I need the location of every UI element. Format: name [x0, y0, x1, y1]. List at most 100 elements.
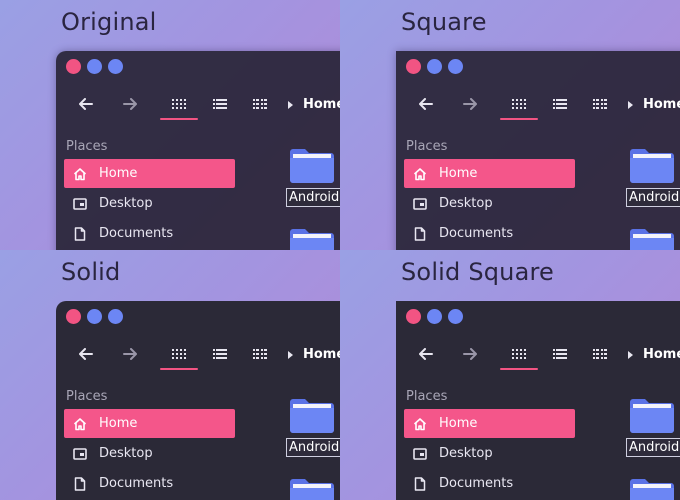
list-view-icon: [553, 349, 567, 359]
maximize-button[interactable]: [448, 309, 463, 324]
active-view-indicator: [160, 118, 198, 120]
file-label: Android: [286, 438, 340, 457]
folder-icon[interactable]: [629, 477, 675, 500]
breadcrumb[interactable]: Home: [628, 97, 680, 112]
maximize-button[interactable]: [108, 59, 123, 74]
breadcrumb-arrow-icon: [288, 350, 293, 359]
active-view-indicator: [160, 368, 198, 370]
toolbar: Home: [396, 341, 680, 371]
minimize-button[interactable]: [427, 59, 442, 74]
minimize-button[interactable]: [427, 309, 442, 324]
grid-view-button[interactable]: [500, 341, 538, 370]
places-header: Places: [406, 139, 448, 154]
forward-button[interactable]: [460, 341, 480, 367]
list-view-button[interactable]: [210, 341, 230, 367]
desktop-icon: [412, 446, 428, 462]
sidebar-item-documents[interactable]: Documents: [64, 219, 235, 248]
sidebar-item-label: Desktop: [439, 446, 493, 461]
sidebar-item-documents[interactable]: Documents: [404, 219, 575, 248]
breadcrumb-label: Home: [303, 347, 340, 362]
compact-view-button[interactable]: [590, 341, 610, 367]
file-label: Android: [626, 438, 680, 457]
variant-label: Solid Square: [401, 258, 555, 286]
active-view-indicator: [500, 368, 538, 370]
close-button[interactable]: [406, 309, 421, 324]
grid-view-button[interactable]: [160, 91, 198, 120]
sidebar-item-home[interactable]: Home: [64, 409, 235, 438]
grid-view-button[interactable]: [160, 341, 198, 370]
sidebar-item-desktop[interactable]: Desktop: [404, 439, 575, 468]
places-header: Places: [66, 139, 108, 154]
grid-view-icon: [172, 349, 186, 359]
arrow-right-icon: [123, 98, 137, 110]
document-icon: [412, 226, 428, 242]
minimize-button[interactable]: [87, 309, 102, 324]
compact-view-icon: [253, 99, 267, 109]
minimize-button[interactable]: [87, 59, 102, 74]
grid-view-icon: [172, 99, 186, 109]
toolbar: Home: [56, 91, 340, 121]
sidebar-item-home[interactable]: Home: [404, 159, 575, 188]
list-view-button[interactable]: [210, 91, 230, 117]
list-view-button[interactable]: [550, 91, 570, 117]
sidebar-item-label: Documents: [99, 226, 174, 241]
compact-view-icon: [253, 349, 267, 359]
folder-icon: [290, 399, 334, 433]
back-button[interactable]: [76, 341, 96, 367]
compact-view-button[interactable]: [590, 91, 610, 117]
forward-button[interactable]: [120, 341, 140, 367]
sidebar-item-label: Documents: [439, 226, 514, 241]
close-button[interactable]: [66, 309, 81, 324]
back-button[interactable]: [76, 91, 96, 117]
sidebar-item-label: Home: [439, 166, 478, 181]
breadcrumb[interactable]: Home: [288, 347, 340, 362]
active-view-indicator: [500, 118, 538, 120]
folder-icon: [630, 399, 674, 433]
breadcrumb-label: Home: [643, 347, 680, 362]
compact-view-button[interactable]: [250, 341, 270, 367]
forward-button[interactable]: [120, 91, 140, 117]
arrow-left-icon: [79, 98, 93, 110]
close-button[interactable]: [66, 59, 81, 74]
file-label: Android: [626, 188, 680, 207]
breadcrumb-label: Home: [643, 97, 680, 112]
list-view-icon: [213, 99, 227, 109]
grid-view-icon: [512, 99, 526, 109]
sidebar-item-desktop[interactable]: Desktop: [64, 439, 235, 468]
toolbar: Home: [396, 91, 680, 121]
folder-icon[interactable]: [289, 477, 335, 500]
sidebar-item-label: Desktop: [99, 446, 153, 461]
list-view-button[interactable]: [550, 341, 570, 367]
sidebar-item-label: Home: [439, 416, 478, 431]
back-button[interactable]: [416, 91, 436, 117]
sidebar-item-desktop[interactable]: Desktop: [404, 189, 575, 218]
breadcrumb-arrow-icon: [288, 100, 293, 109]
file-manager-window: Home Places Home Desktop Documents Andro…: [56, 301, 340, 500]
sidebar-item-desktop[interactable]: Desktop: [64, 189, 235, 218]
folder-icon[interactable]: [629, 227, 675, 250]
sidebar-item-home[interactable]: Home: [64, 159, 235, 188]
desktop-icon: [72, 446, 88, 462]
maximize-button[interactable]: [108, 309, 123, 324]
arrow-right-icon: [123, 348, 137, 360]
breadcrumb[interactable]: Home: [288, 97, 340, 112]
sidebar-item-home[interactable]: Home: [404, 409, 575, 438]
forward-button[interactable]: [460, 91, 480, 117]
maximize-button[interactable]: [448, 59, 463, 74]
arrow-left-icon: [419, 348, 433, 360]
document-icon: [72, 226, 88, 242]
breadcrumb-label: Home: [303, 97, 340, 112]
sidebar-item-documents[interactable]: Documents: [404, 469, 575, 498]
variant-label: Original: [61, 8, 157, 36]
sidebar-item-label: Documents: [99, 476, 174, 491]
close-button[interactable]: [406, 59, 421, 74]
sidebar-item-documents[interactable]: Documents: [64, 469, 235, 498]
folder-icon[interactable]: [289, 227, 335, 250]
breadcrumb[interactable]: Home: [628, 347, 680, 362]
compact-view-button[interactable]: [250, 91, 270, 117]
compact-view-icon: [593, 99, 607, 109]
grid-view-button[interactable]: [500, 91, 538, 120]
back-button[interactable]: [416, 341, 436, 367]
places-header: Places: [66, 389, 108, 404]
variant-label: Square: [401, 8, 487, 36]
